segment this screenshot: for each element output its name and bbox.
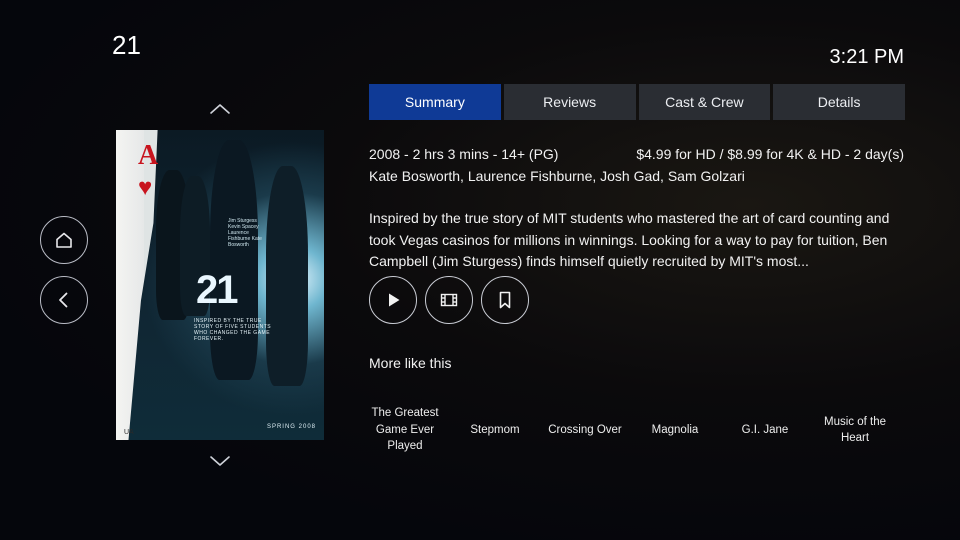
recommendation-title: Music of the Heart bbox=[824, 415, 886, 445]
recommendation-item[interactable]: Magnolia bbox=[630, 392, 720, 468]
recommendation-item[interactable]: Music of the Heart bbox=[810, 392, 900, 468]
back-button[interactable] bbox=[40, 276, 88, 324]
home-icon bbox=[56, 232, 72, 248]
rental-price: $4.99 for HD / $8.99 for 4K & HD - 2 day… bbox=[636, 146, 904, 162]
recommendation-item[interactable]: Crossing Over bbox=[540, 392, 630, 468]
trailer-button[interactable] bbox=[425, 276, 473, 324]
poster-figure-lead bbox=[210, 140, 258, 380]
back-icon bbox=[59, 292, 68, 308]
bookmark-button[interactable] bbox=[481, 276, 529, 324]
recommendation-item[interactable]: G.I. Jane bbox=[720, 392, 810, 468]
play-button[interactable] bbox=[369, 276, 417, 324]
more-like-this-heading: More like this bbox=[369, 355, 452, 371]
play-icon bbox=[389, 293, 400, 307]
detail-tabs: Summary Reviews Cast & Crew Details bbox=[369, 84, 905, 120]
poster-figure bbox=[266, 166, 308, 386]
bookmark-icon bbox=[499, 291, 511, 309]
scroll-down-chevron-icon[interactable] bbox=[208, 454, 232, 468]
recommendation-title: G.I. Jane bbox=[741, 423, 789, 436]
tab-summary[interactable]: Summary bbox=[369, 84, 501, 120]
poster-title: 21 bbox=[196, 268, 238, 312]
recommendation-item[interactable]: The Greatest Game Ever Played bbox=[360, 392, 450, 468]
movie-poster[interactable]: A ♥ Jim Sturgess Kevin Spacey Laurence F… bbox=[116, 130, 324, 440]
poster-ace-letter: A bbox=[138, 140, 159, 171]
poster-rating-mark: UA bbox=[124, 429, 134, 436]
poster-credits: Jim Sturgess Kevin Spacey Laurence Fishb… bbox=[228, 218, 262, 248]
recommendation-title: Magnolia bbox=[651, 423, 699, 436]
poster-heart-icon: ♥ bbox=[138, 174, 153, 201]
recommendation-title: Crossing Over bbox=[548, 423, 622, 436]
clock: 3:21 PM bbox=[829, 46, 904, 68]
film-icon bbox=[440, 293, 458, 307]
tab-details[interactable]: Details bbox=[773, 84, 905, 120]
home-button[interactable] bbox=[40, 216, 88, 264]
movie-description: Inspired by the true story of MIT studen… bbox=[369, 210, 890, 269]
recommendation-title: The Greatest Game Ever Played bbox=[371, 407, 439, 453]
movie-meta: 2008 - 2 hrs 3 mins - 14+ (PG) bbox=[369, 146, 559, 162]
poster-release-date: SPRING 2008 bbox=[266, 424, 316, 430]
recommendation-title: Stepmom bbox=[470, 423, 520, 436]
page-title: 21 bbox=[112, 30, 141, 60]
scroll-up-chevron-icon[interactable] bbox=[208, 102, 232, 116]
tab-cast-crew[interactable]: Cast & Crew bbox=[638, 84, 771, 120]
cast-list: Kate Bosworth, Laurence Fishburne, Josh … bbox=[369, 168, 745, 184]
tab-reviews[interactable]: Reviews bbox=[503, 84, 636, 120]
recommendation-item[interactable]: Stepmom bbox=[450, 392, 540, 468]
poster-tagline: INSPIRED BY THE TRUE STORY OF FIVE STUDE… bbox=[194, 318, 272, 342]
recommendations-row: The Greatest Game Ever Played Stepmom Cr… bbox=[360, 392, 905, 468]
